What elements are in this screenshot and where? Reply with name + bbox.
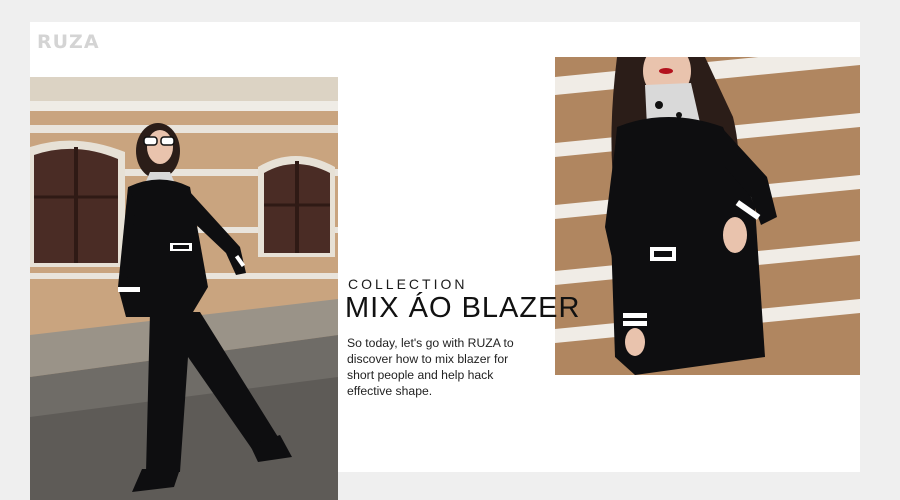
intro-paragraph: So today, let's go with RUZA to discover… xyxy=(347,336,514,398)
brand-logo[interactable]: RUZA xyxy=(37,31,100,53)
model-photo-street-illustration xyxy=(30,77,338,500)
page-title: MIX ÁO BLAZER xyxy=(345,292,581,324)
model-photo-wall xyxy=(555,57,860,375)
model-photo-wall-illustration xyxy=(555,57,860,375)
collection-eyebrow: COLLECTION xyxy=(348,276,468,292)
model-photo-street xyxy=(30,77,338,500)
